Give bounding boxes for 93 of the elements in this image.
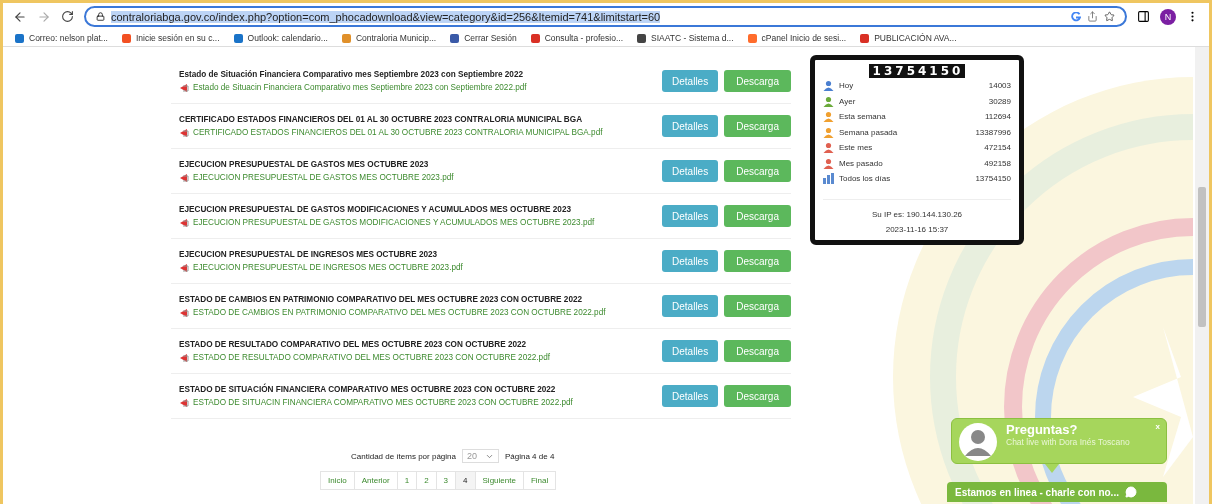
bookmark-link[interactable]: Inicie sesión en su c... [121, 33, 220, 43]
stat-value: 112694 [984, 112, 1011, 122]
details-button[interactable]: Detalles [662, 70, 719, 92]
file-link[interactable]: CERTIFICADO ESTADOS FINANCIEROS DEL 01 AL 30 OCTUBRE 2023 CONTRALORIA MUNICIPAL BGA.pdf [193, 128, 603, 137]
star-icon[interactable] [1104, 11, 1115, 22]
pagination-link[interactable]: Siguiente [474, 471, 524, 490]
download-button[interactable]: Descarga [724, 250, 791, 272]
counter-digits: 13754150 [868, 64, 966, 78]
items-per-page-select[interactable]: 20 [461, 449, 499, 463]
download-button[interactable]: Descarga [724, 160, 791, 182]
document-title: ESTADO DE RESULTADO COMPARATIVO DEL MES OCTUBRE 2023 CON OCTUBRE 2022 [179, 339, 528, 349]
avatar-silhouette-icon [958, 422, 998, 462]
file-link[interactable]: EJECUCION PRESUPUESTAL DE INGRESOS MES OCTUBRE 2023.pdf [193, 263, 463, 272]
bookmark-link[interactable]: Consulta - profesio... [530, 33, 624, 43]
document-title: EJECUCION PRESUPUESTAL DE INGRESOS MES OCTUBRE 2023 [179, 249, 439, 259]
download-button[interactable]: Descarga [724, 70, 791, 92]
reload-icon[interactable] [61, 10, 74, 23]
download-button[interactable]: Descarga [724, 115, 791, 137]
stat-value: 30289 [988, 96, 1011, 106]
stat-value: 14003 [988, 81, 1011, 91]
bookmark-link[interactable]: Correo: nelson plat... [15, 33, 108, 43]
url-text: contraloriabga.gov.co/index.php?option=com_phocadownload&view=category&id=256&Itemid=741&limitstart=60 [111, 10, 661, 23]
details-button[interactable]: Detalles [662, 115, 719, 137]
page-info: Página 4 de 4 [505, 451, 555, 461]
lock-icon [96, 12, 105, 21]
details-button[interactable]: Detalles [662, 250, 719, 272]
bookmark-link[interactable]: Contraloria Municip... [341, 33, 437, 43]
google-icon[interactable] [1071, 11, 1081, 22]
document-title: ESTADO DE SITUACIÓN FINANCIERA COMPARATIVO MES OCTUBRE 2023 CON OCTUBRE 2022 [179, 384, 557, 394]
details-button[interactable]: Detalles [662, 295, 719, 317]
document-title: EJECUCION PRESUPUESTAL DE GASTOS MODIFICACIONES Y ACUMULADOS MES OCTUBRE 2023 [179, 204, 572, 214]
bookmark-link[interactable]: SIAATC - Sistema d... [637, 33, 734, 43]
stat-label: Todos los días [839, 174, 892, 184]
download-button[interactable]: Descarga [724, 385, 791, 407]
pdf-icon [179, 127, 189, 138]
stat-value: 13387996 [975, 127, 1011, 137]
address-bar[interactable]: contraloriabga.gov.co/index.php?option=com_phocadownload&view=category&id=256&Itemid=741&limitstart=60 [84, 6, 1127, 27]
pdf-icon [179, 172, 189, 183]
document-title: CERTIFICADO ESTADOS FINANCIEROS DEL 01 AL 30 OCTUBRE 2023 CONTRALORIA MUNICIPAL BGA [179, 114, 584, 124]
pdf-icon [179, 397, 189, 408]
download-button[interactable]: Descarga [724, 205, 791, 227]
details-button[interactable]: Detalles [662, 160, 719, 182]
stat-label: Semana pasada [839, 127, 899, 137]
date-time: 2023-11-16 15:37 [885, 224, 949, 234]
bookmark-link[interactable]: PUBLICACIÓN AVA... [860, 33, 957, 43]
bookmark-link[interactable]: Cerrar Sesión [450, 33, 517, 43]
stat-label: Este mes [839, 143, 874, 153]
scrollbar[interactable] [1195, 47, 1209, 504]
chat-title: Preguntas? [1006, 422, 1079, 437]
profile-avatar[interactable]: N [1160, 8, 1176, 25]
forward-icon[interactable] [37, 9, 51, 24]
stat-label: Mes pasado [839, 158, 884, 168]
pdf-icon [179, 262, 189, 273]
file-link[interactable]: EJECUCION PRESUPUESTAL DE GASTOS MODIFICACIONES Y ACUMULADOS MES OCTUBRE 2023.pdf [193, 218, 595, 227]
bookmark-link[interactable]: cPanel Inicio de sesi... [747, 33, 847, 43]
items-per-page-label: Cantidad de ítems por página [351, 451, 456, 461]
chat-icon [1124, 486, 1137, 498]
file-link[interactable]: ESTADO DE SITUACIN FINANCIERA COMPARATIVO MES OCTUBRE 2023 CON OCTUBRE 2022.pdf [193, 398, 573, 407]
file-link[interactable]: EJECUCION PRESUPUESTAL DE GASTOS MES OCTUBRE 2023.pdf [193, 173, 454, 182]
file-link[interactable]: Estado de Situacin Financiera Comparativo mes Septiembre 2023 con Septiembre 2022.pdf [193, 83, 527, 92]
pagination-link[interactable]: Anterior [353, 471, 398, 490]
ip-address: Su IP es: 190.144.130.26 [871, 209, 963, 219]
bookmark-link[interactable]: Outlook: calendario... [233, 33, 328, 43]
stat-label: Esta semana [839, 112, 887, 122]
stat-value: 472154 [984, 143, 1011, 153]
chat-bar[interactable]: Estamos en linea - charle con no... [947, 482, 1167, 502]
pagination-link[interactable]: 4 [455, 471, 476, 490]
file-link[interactable]: ESTADO DE CAMBIOS EN PATRIMONIO COMPARATIVO DEL MES OCTUBRE 2023 CON OCTUBRE 2022.pdf [193, 308, 606, 317]
pagination-link[interactable]: Inicio [320, 471, 355, 490]
pdf-icon [179, 217, 189, 228]
chat-subtitle: Chat live with Dora Inés Toscano [1006, 437, 1131, 447]
speech-bubble-tail [1045, 464, 1059, 473]
pdf-icon [179, 352, 189, 363]
document-title: Estado de Situación Financiera Comparativo mes Septiembre 2023 con Septiembre 2022 [179, 69, 524, 79]
details-button[interactable]: Detalles [662, 205, 719, 227]
document-title: EJECUCION PRESUPUESTAL DE GASTOS MES OCTUBRE 2023 [179, 159, 430, 169]
back-icon[interactable] [13, 9, 27, 24]
stat-label: Ayer [839, 96, 857, 106]
pdf-icon [179, 82, 189, 93]
details-button[interactable]: Detalles [662, 385, 719, 407]
pdf-icon [179, 307, 189, 318]
stat-value: 492158 [984, 158, 1011, 168]
details-button[interactable]: Detalles [662, 340, 719, 362]
pagination-link[interactable]: 2 [416, 471, 437, 490]
download-button[interactable]: Descarga [724, 340, 791, 362]
download-button[interactable]: Descarga [724, 295, 791, 317]
pagination-link[interactable]: Final [522, 471, 557, 490]
stat-value: 13754150 [975, 174, 1011, 184]
side-panel-icon[interactable] [1137, 10, 1150, 23]
file-link[interactable]: ESTADO DE RESULTADO COMPARATIVO DEL MES OCTUBRE 2023 CON OCTUBRE 2022.pdf [193, 353, 550, 362]
share-icon[interactable] [1087, 11, 1098, 22]
stat-label: Hoy [839, 81, 855, 91]
document-title: ESTADO DE CAMBIOS EN PATRIMONIO COMPARATIVO DEL MES OCTUBRE 2023 CON OCTUBRE 2022 [179, 294, 584, 304]
